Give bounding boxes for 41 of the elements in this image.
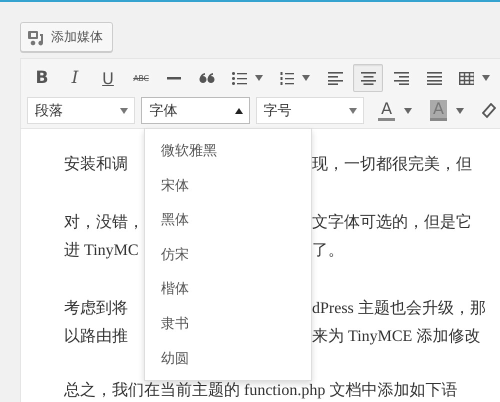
underline-button[interactable]: U (93, 64, 123, 92)
dropdown-select[interactable]: 字号 (256, 97, 364, 124)
font-menu-item[interactable]: 仿宋 (145, 238, 311, 272)
paragraph-text: 总之，我们在当前主题的 function.php 文档中添加如下语 (64, 382, 458, 399)
caret-icon (120, 108, 128, 114)
paragraph-text: 对，没错， (64, 212, 144, 233)
paragraph-text: dPress 主题也会升级，那 (312, 298, 487, 319)
strikethrough-button[interactable]: ABC (126, 64, 156, 92)
bulleted-list-icon (232, 72, 247, 84)
font-menu-item[interactable]: 幼圆 (145, 342, 311, 376)
paragraph-text: 文字体可选的，但是它 (312, 212, 473, 233)
quote-icon (199, 73, 215, 83)
align-right-icon (394, 72, 409, 84)
paragraph-text: 安装和调 (64, 154, 129, 175)
paragraph-text: 现，一切都很完美，但 (312, 154, 473, 175)
caret-up-icon (234, 108, 243, 114)
paragraph-text: 了。 (312, 241, 345, 261)
add-media-button[interactable]: 添加媒体 (20, 22, 113, 52)
font-menu-item[interactable]: 楷体 (145, 272, 311, 307)
font-menu-item[interactable]: 微软雅黑 (145, 134, 311, 169)
font-menu-item[interactable]: 黑体 (145, 203, 311, 238)
caret-icon (349, 108, 358, 114)
font-menu-item[interactable]: 隶书 (145, 306, 311, 342)
dropdown-select[interactable]: 字体 (141, 97, 250, 124)
text-color-button[interactable]: A (374, 97, 416, 124)
numbered-list-icon (280, 72, 294, 84)
eraser-icon (482, 102, 496, 118)
justify-icon (426, 72, 442, 84)
paragraph-text: 以路由推 (64, 326, 129, 347)
paragraph-text: 进 TinyMC (64, 240, 140, 261)
italic-button[interactable]: I (60, 64, 90, 92)
align-center-button[interactable] (353, 64, 384, 92)
font-menu-item[interactable]: 宋体 (145, 168, 311, 204)
media-icon (28, 28, 45, 46)
dropdown-select[interactable]: 段落 (27, 97, 136, 124)
paragraph-text: 来为 TinyMCE 添加修改 (312, 326, 482, 347)
bold-button[interactable]: B (27, 64, 57, 92)
align-left-icon (328, 72, 343, 84)
align-center-icon (360, 72, 376, 84)
paragraph-text: 考虑到将 (64, 298, 129, 319)
table-icon (459, 72, 474, 84)
